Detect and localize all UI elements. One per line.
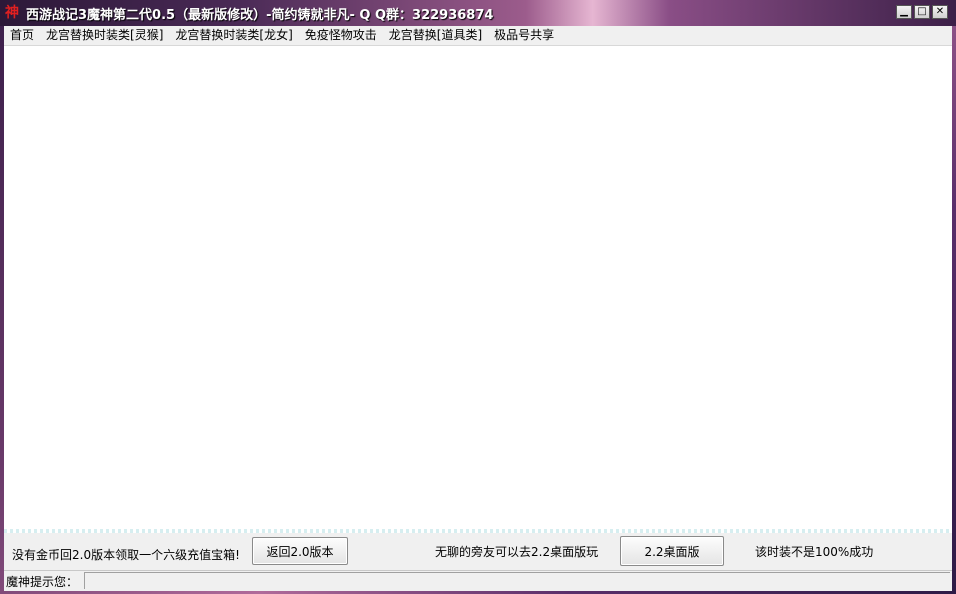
menu-item-items[interactable]: 龙宫替换[道具类] [383,26,488,45]
menu-item-account-share[interactable]: 极品号共享 [488,26,560,45]
gold-hint-text: 没有金币回2.0版本领取一个六级充值宝箱! [12,548,240,562]
app-icon[interactable]: 神 [4,5,20,21]
desktop-hint-text: 无聊的旁友可以去2.2桌面版玩 [435,545,599,559]
maximize-icon[interactable]: □ [914,5,930,19]
status-message [84,572,950,589]
app-window: 神 西游战记3魔神第二代0.5（最新版修改）-简约铸就非凡- Q Q群：3229… [0,0,956,594]
costume-warning-text: 该时装不是100%成功 [755,545,874,559]
title-bar[interactable]: 神 西游战记3魔神第二代0.5（最新版修改）-简约铸就非凡- Q Q群：3229… [0,0,956,26]
menu-item-costume-monkey[interactable]: 龙宫替换时装类[灵猴] [40,26,169,45]
menu-item-costume-dragon-girl[interactable]: 龙宫替换时装类[龙女] [169,26,298,45]
menu-item-immune-attack[interactable]: 免疫怪物攻击 [299,26,383,45]
menu-bar: 首页 龙宫替换时装类[灵猴] 龙宫替换时装类[龙女] 免疫怪物攻击 龙宫替换[道… [4,26,952,45]
status-bar: 魔神提示您： [4,570,952,591]
minimize-icon[interactable]: ▁ [896,5,912,19]
desktop-2-2-button[interactable]: 2.2桌面版 [620,536,724,566]
bottom-panel: 没有金币回2.0版本领取一个六级充值宝箱! 返回2.0版本 无聊的旁友可以去2.… [4,533,952,570]
window-title: 西游战记3魔神第二代0.5（最新版修改）-简约铸就非凡- Q Q群：322936… [26,8,494,23]
close-icon[interactable]: ✕ [932,5,948,19]
content-area[interactable] [4,45,952,530]
menu-item-home[interactable]: 首页 [4,26,40,45]
back-to-2-0-button[interactable]: 返回2.0版本 [252,537,348,565]
status-label: 魔神提示您： [6,575,79,589]
window-controls: ▁ □ ✕ [896,5,948,19]
